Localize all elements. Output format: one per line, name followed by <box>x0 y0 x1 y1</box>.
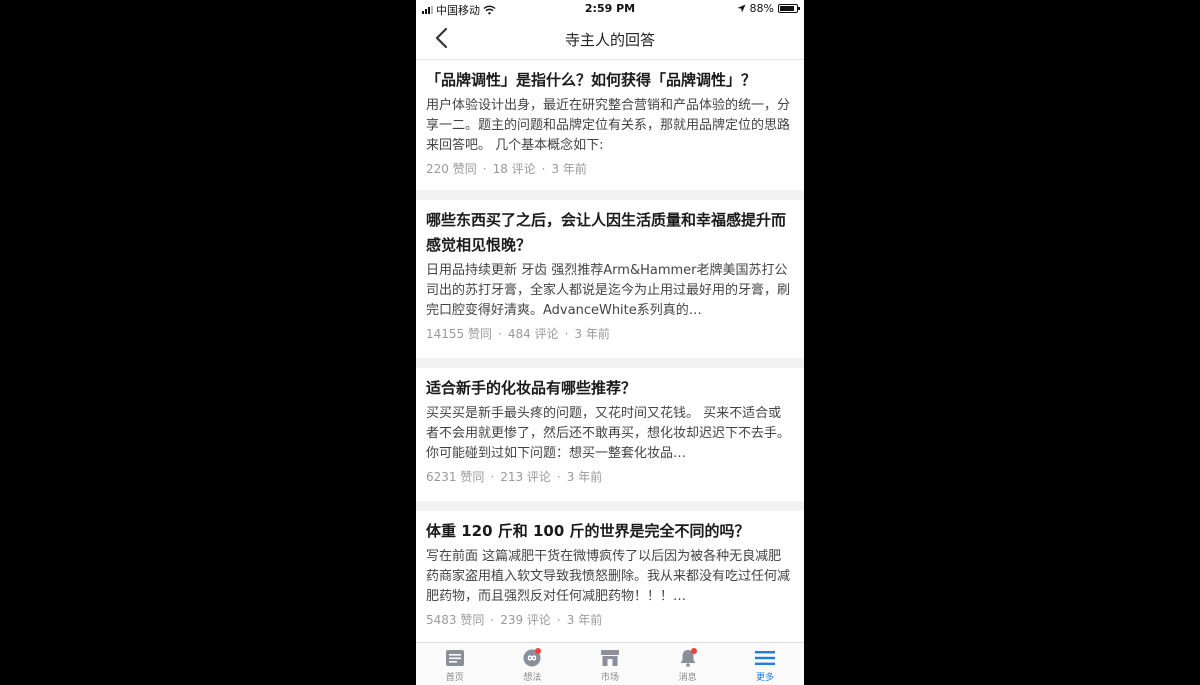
like-count: 5483 赞同 <box>426 613 485 627</box>
phone-screen: 中国移动 2:59 PM 88% 寺主人的回答 「品牌调性」是指什么？如何获得「… <box>416 0 804 685</box>
answer-meta: 14155 赞同 · 484 评论 · 3 年前 <box>426 327 610 341</box>
tab-label: 市场 <box>600 673 619 683</box>
tab-bar: 首页 想法 市场 消息 更多 <box>416 642 804 685</box>
tab-more[interactable]: 更多 <box>726 643 804 685</box>
like-count: 14155 赞同 <box>426 327 492 341</box>
like-count: 220 赞同 <box>426 162 477 176</box>
tab-home[interactable]: 首页 <box>416 643 494 685</box>
tab-market[interactable]: 市场 <box>571 643 649 685</box>
answer-time: 3 年前 <box>566 613 603 627</box>
notification-badge <box>690 648 697 654</box>
answer-excerpt: 用户体验设计出身，最近在研究整合营销和产品体验的统一，分享一二。题主的问题和品牌… <box>426 98 791 153</box>
page-title: 寺主人的回答 <box>564 31 655 49</box>
answer-time: 3 年前 <box>551 162 587 176</box>
answer-title[interactable]: 体重 120 斤和 100 斤的世界是完全不同的吗？ <box>426 519 794 544</box>
answer-meta: 220 赞同 · 18 评论 · 3 年前 <box>426 162 587 176</box>
answer-title[interactable]: 哪些东西买了之后，会让人因生活质量和幸福感提升而感觉相见恨晚？ <box>426 208 794 258</box>
answer-title[interactable]: 「品牌调性」是指什么？如何获得「品牌调性」？ <box>426 68 794 93</box>
nav-bar: 寺主人的回答 <box>416 18 804 60</box>
tab-messages[interactable]: 消息 <box>649 643 727 685</box>
market-icon <box>600 650 619 666</box>
answer-excerpt: 写在前面 这篇减肥干货在微博疯传了以后因为被各种无良减肥药商家盗用植入软文导致我… <box>426 549 791 604</box>
answer-card[interactable]: 「品牌调性」是指什么？如何获得「品牌调性」？ 用户体验设计出身，最近在研究整合营… <box>416 60 804 190</box>
tab-label: 更多 <box>756 673 775 683</box>
comment-count: 239 评论 <box>500 613 551 627</box>
location-arrow-icon <box>736 4 746 13</box>
comment-count: 213 评论 <box>500 470 551 484</box>
battery-icon <box>778 4 800 13</box>
answer-meta: 5483 赞同 · 239 评论 · 3 年前 <box>426 613 603 627</box>
tab-label: 消息 <box>678 673 697 683</box>
answer-card[interactable]: 适合新手的化妆品有哪些推荐？ 买买买是新手最头疼的问题，又花时间又花钱。 买来不… <box>416 368 804 501</box>
answer-excerpt: 日用品持续更新 牙齿 强烈推荐Arm&Hammer老牌美国苏打公司出的苏打牙膏，… <box>426 263 791 318</box>
answer-list: 「品牌调性」是指什么？如何获得「品牌调性」？ 用户体验设计出身，最近在研究整合营… <box>416 60 804 655</box>
home-icon <box>445 650 464 666</box>
status-right: 88% <box>736 2 800 15</box>
comment-count: 18 评论 <box>492 162 536 176</box>
tab-label: 首页 <box>445 673 464 683</box>
answer-card[interactable]: 哪些东西买了之后，会让人因生活质量和幸福感提升而感觉相见恨晚？ 日用品持续更新 … <box>416 200 804 358</box>
tab-ideas[interactable]: 想法 <box>494 643 572 685</box>
tab-label: 想法 <box>523 673 542 683</box>
battery-percent: 88% <box>749 2 774 15</box>
answer-title[interactable]: 适合新手的化妆品有哪些推荐？ <box>426 376 794 401</box>
answer-excerpt: 买买买是新手最头疼的问题，又花时间又花钱。 买来不适合或者不会用就更惨了，然后还… <box>426 406 791 461</box>
comment-count: 484 评论 <box>507 327 559 341</box>
answer-meta: 6231 赞同 · 213 评论 · 3 年前 <box>426 470 603 484</box>
menu-icon <box>755 651 776 665</box>
like-count: 6231 赞同 <box>426 470 485 484</box>
answer-card[interactable]: 体重 120 斤和 100 斤的世界是完全不同的吗？ 写在前面 这篇减肥干货在微… <box>416 511 804 645</box>
status-bar: 中国移动 2:59 PM 88% <box>416 0 804 18</box>
answer-time: 3 年前 <box>574 327 610 341</box>
answer-time: 3 年前 <box>566 470 603 484</box>
